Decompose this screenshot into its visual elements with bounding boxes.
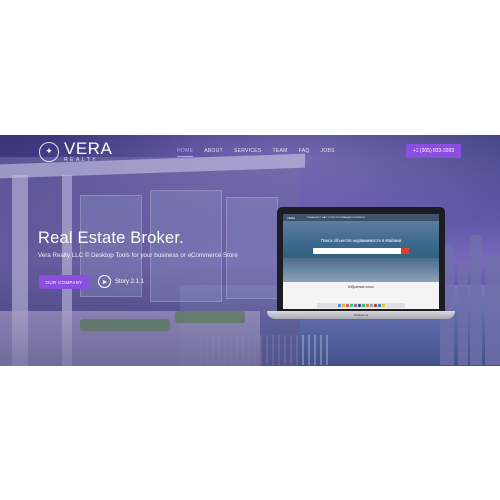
dock-app-icon (353, 304, 357, 307)
dock-app-icon (373, 304, 377, 307)
dock-app-icon (361, 304, 365, 307)
screen-search-input (313, 248, 409, 254)
screen-nav: ГЛАВНАЯ О НАС УСЛУГИ КОМАНДА КОНТАКТЫ (307, 216, 365, 219)
screen-dock (317, 303, 405, 308)
planter (80, 319, 170, 331)
hero-headline: Real Estate Broker. (38, 229, 184, 247)
nav-faq[interactable]: FAQ (299, 148, 310, 157)
story-play-button[interactable]: Story 2.1.1 (98, 275, 144, 288)
screen-logo: VERA (287, 215, 296, 220)
nav-jobs[interactable]: JOBS (321, 148, 335, 157)
dock-app-icon (377, 304, 381, 307)
dock-app-icon (369, 304, 373, 307)
dock-app-icon (365, 304, 369, 307)
play-label: Story 2.1.1 (115, 278, 145, 285)
phone-button[interactable]: +1 (305) 833-3393 (406, 144, 461, 158)
laptop-model-label: MacBook Air (353, 314, 369, 317)
brand-name: VERA (64, 139, 113, 158)
city-tower (470, 235, 482, 365)
dock-app-icon (345, 304, 349, 307)
nav-about[interactable]: ABOUT (204, 148, 223, 157)
brand-logo[interactable]: ✦ VERA REALTY (39, 140, 112, 163)
screen-section-title: Избранные спосо (347, 285, 375, 289)
main-nav: HOME ABOUT SERVICES TEAM FAQ JOBS (177, 148, 335, 157)
hero-subline: Vera Realty LLC © Desktop Tools for your… (38, 252, 238, 259)
screen-search-button (401, 248, 409, 254)
nav-services[interactable]: SERVICES (234, 148, 262, 157)
logo-emblem-icon: ✦ (39, 141, 59, 162)
nav-home[interactable]: HOME (177, 148, 194, 157)
dock-app-icon (357, 304, 361, 307)
brand-subtitle: REALTY (64, 157, 99, 163)
screen-navbar: VERA ГЛАВНАЯ О НАС УСЛУГИ КОМАНДА КОНТАК… (283, 214, 439, 221)
planter (175, 311, 245, 323)
laptop-screen: VERA ГЛАВНАЯ О НАС УСЛУГИ КОМАНДА КОНТАК… (283, 214, 439, 309)
laptop-mockup: VERA ГЛАВНАЯ О НАС УСЛУГИ КОМАНДА КОНТАК… (267, 207, 455, 321)
our-company-button[interactable]: OUR COMPANY (39, 275, 89, 289)
play-icon (98, 275, 111, 288)
city-tower (485, 255, 500, 365)
dock-app-icon (381, 304, 385, 307)
nav-team[interactable]: TEAM (273, 148, 288, 157)
dock-app-icon (341, 304, 345, 307)
city-tower (458, 265, 468, 365)
screen-city-image (283, 258, 439, 282)
glass-panel (226, 197, 278, 299)
screen-title: Поиск объектов недвижимости в Майами (320, 238, 402, 243)
dock-app-icon (337, 304, 341, 307)
dock-app-icon (349, 304, 353, 307)
